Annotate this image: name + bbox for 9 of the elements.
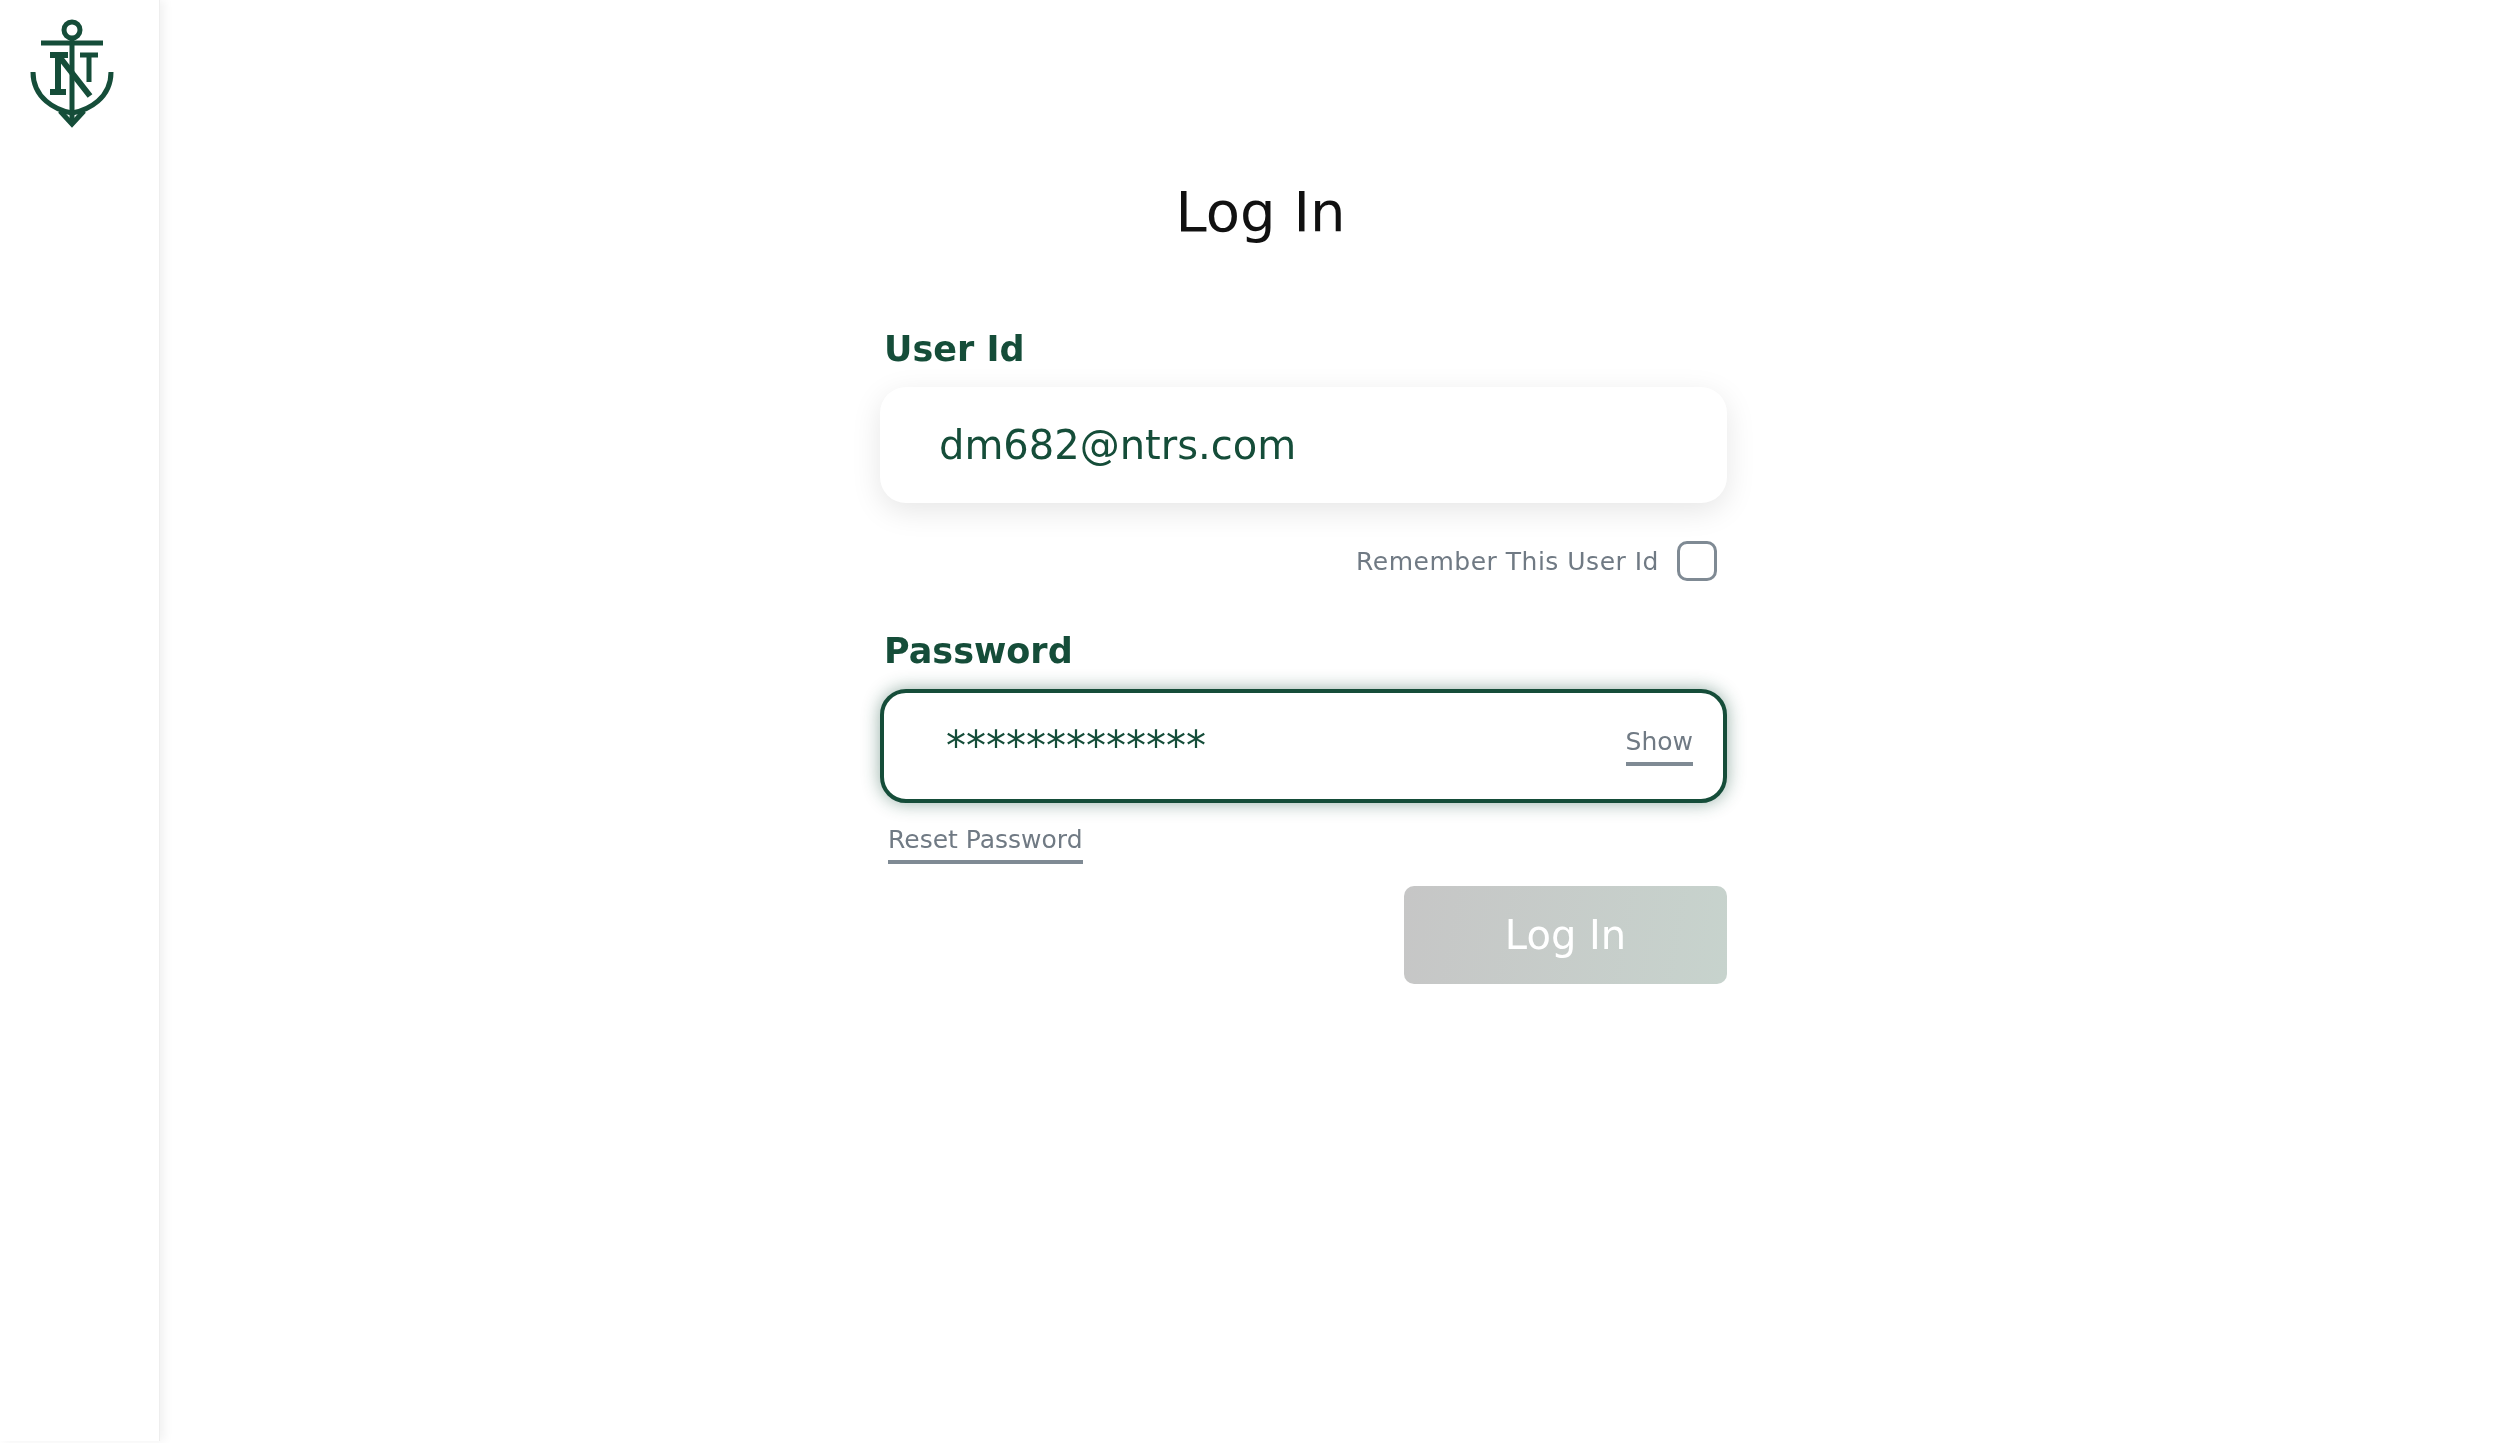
field-label: User Id [884,328,1026,371]
anchor-logo-icon [30,18,114,130]
checkbox[interactable] [1677,541,1717,581]
field-label: Password [884,630,1074,673]
show-link[interactable]: Show [1625,726,1693,766]
remember-label: Remember This User Id [1356,546,1659,576]
page-title: Log In [1174,178,1347,246]
reset-password-link[interactable]: Reset Password [888,825,1083,864]
password-field[interactable]: ************* Show [880,689,1727,803]
